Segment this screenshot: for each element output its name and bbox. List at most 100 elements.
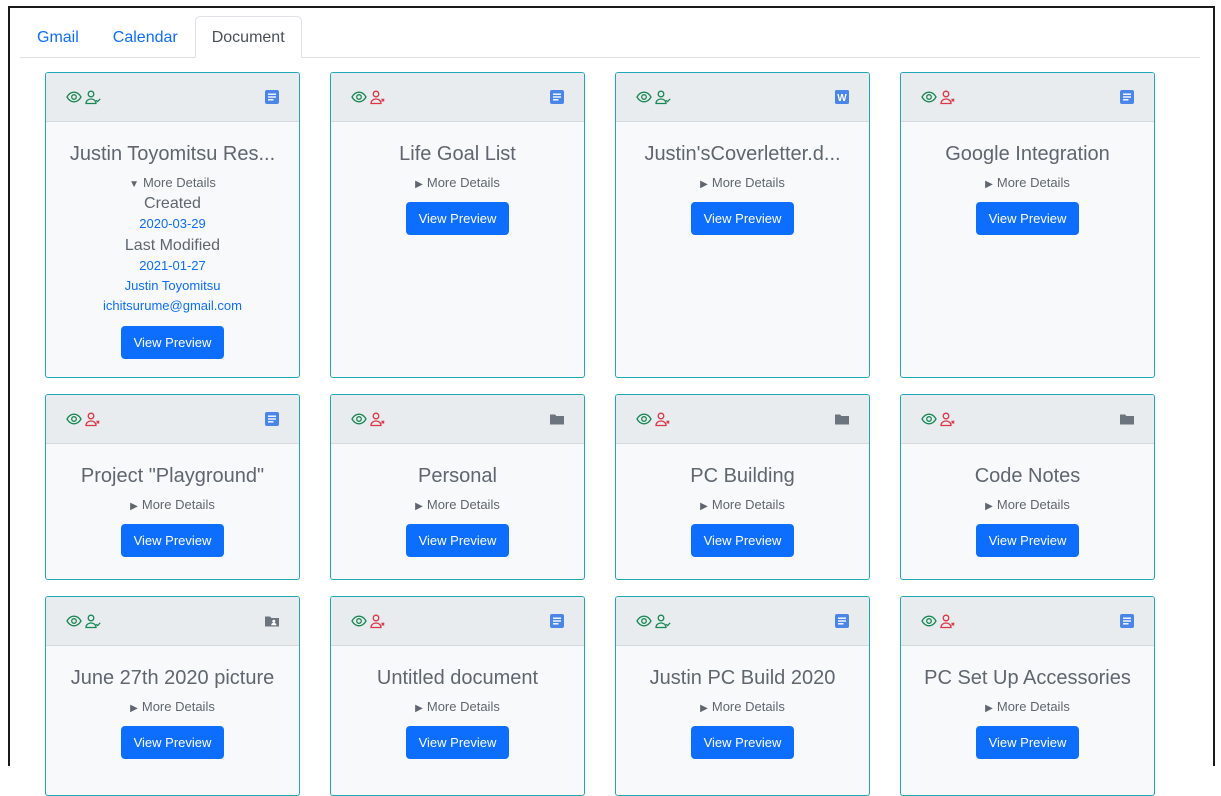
document-card: Google Integration ▶ More Details View Pr… — [900, 72, 1155, 378]
tab-calendar[interactable]: Calendar — [96, 16, 195, 58]
doc-icon — [549, 89, 565, 105]
more-details-label: More Details — [711, 175, 785, 190]
created-date: 2020-03-29 — [139, 216, 206, 231]
card-body: PC Building ▶ More Details View Preview — [616, 444, 869, 557]
owner-name: Justin Toyomitsu — [124, 278, 221, 293]
more-details-label: More Details — [426, 699, 500, 714]
card-body: Google Integration ▶ More Details View Pr… — [901, 122, 1154, 235]
eye-icon — [66, 89, 82, 105]
card-header — [331, 73, 584, 122]
triangle-right-icon: ▶ — [415, 179, 423, 190]
triangle-right-icon: ▶ — [985, 703, 993, 714]
view-preview-button[interactable]: View Preview — [405, 202, 510, 235]
details-panel: Created 2020-03-29 Last Modified 2021-01… — [58, 194, 287, 316]
document-card: Life Goal List ▶ More Details View Previe… — [330, 72, 585, 378]
card-title: June 27th 2020 picture — [70, 667, 275, 689]
card-body: Justin PC Build 2020 ▶ More Details View … — [616, 646, 869, 759]
card-header — [46, 73, 299, 122]
more-details-toggle[interactable]: ▶ More Details — [628, 698, 857, 716]
more-details-toggle[interactable]: ▶ More Details — [58, 496, 287, 514]
person-check-icon — [655, 613, 671, 629]
word-icon: W — [834, 89, 850, 105]
view-preview-button[interactable]: View Preview — [120, 524, 225, 557]
card-body: Code Notes ▶ More Details View Preview — [901, 444, 1154, 557]
more-details-label: More Details — [711, 497, 785, 512]
card-header — [616, 395, 869, 444]
modified-label: Last Modified — [124, 237, 221, 254]
more-details-toggle[interactable]: ▶ More Details — [913, 174, 1142, 192]
card-header — [331, 395, 584, 444]
card-body: Justin Toyomitsu Res... ▼ More Details Cr… — [46, 122, 299, 359]
view-preview-button[interactable]: View Preview — [975, 202, 1080, 235]
view-preview-button[interactable]: View Preview — [690, 726, 795, 759]
triangle-right-icon: ▶ — [700, 703, 708, 714]
card-title: Code Notes — [974, 465, 1081, 487]
eye-icon — [636, 89, 652, 105]
view-preview-button[interactable]: View Preview — [975, 524, 1080, 557]
view-preview-button[interactable]: View Preview — [120, 326, 225, 359]
card-title: Justin Toyomitsu Res... — [69, 143, 276, 165]
folder-icon — [834, 411, 850, 427]
modified-date: 2021-01-27 — [139, 258, 206, 273]
person-x-icon — [370, 411, 386, 427]
view-preview-button[interactable]: View Preview — [405, 726, 510, 759]
card-header — [901, 395, 1154, 444]
more-details-toggle[interactable]: ▶ More Details — [343, 174, 572, 192]
triangle-right-icon: ▶ — [415, 703, 423, 714]
card-body: Justin'sCoverletter.d... ▶ More Details V… — [616, 122, 869, 235]
shared-folder-icon — [264, 613, 280, 629]
triangle-right-icon: ▶ — [415, 501, 423, 512]
document-card: Untitled document ▶ More Details View Pre… — [330, 596, 585, 796]
owner-email: ichitsurume@gmail.com — [103, 298, 242, 313]
more-details-toggle[interactable]: ▶ More Details — [913, 698, 1142, 716]
more-details-toggle[interactable]: ▶ More Details — [343, 496, 572, 514]
tab-gmail[interactable]: Gmail — [20, 16, 96, 58]
more-details-label: More Details — [426, 175, 500, 190]
eye-icon — [636, 411, 652, 427]
eye-icon — [921, 613, 937, 629]
person-check-icon — [85, 613, 101, 629]
person-x-icon — [655, 411, 671, 427]
more-details-toggle[interactable]: ▶ More Details — [913, 496, 1142, 514]
card-title: Justin PC Build 2020 — [649, 667, 836, 689]
eye-icon — [921, 89, 937, 105]
person-x-icon — [370, 89, 386, 105]
more-details-toggle[interactable]: ▶ More Details — [628, 174, 857, 192]
document-card: Justin PC Build 2020 ▶ More Details View … — [615, 596, 870, 796]
doc-icon — [1119, 89, 1135, 105]
person-x-icon — [370, 613, 386, 629]
view-preview-button[interactable]: View Preview — [690, 202, 795, 235]
eye-icon — [351, 411, 367, 427]
document-card: Project "Playground" ▶ More Details View … — [45, 394, 300, 580]
card-body: Personal ▶ More Details View Preview — [331, 444, 584, 557]
card-title: Justin'sCoverletter.d... — [644, 143, 841, 165]
eye-icon — [636, 613, 652, 629]
more-details-toggle[interactable]: ▶ More Details — [58, 698, 287, 716]
card-title: Project "Playground" — [80, 465, 265, 487]
document-card: W Justin'sCoverletter.d... ▶ More Details… — [615, 72, 870, 378]
more-details-toggle[interactable]: ▼ More Details — [58, 174, 287, 192]
card-body: Project "Playground" ▶ More Details View … — [46, 444, 299, 557]
more-details-toggle[interactable]: ▶ More Details — [343, 698, 572, 716]
doc-icon — [549, 613, 565, 629]
card-title: Google Integration — [945, 143, 1110, 165]
more-details-toggle[interactable]: ▶ More Details — [628, 496, 857, 514]
folder-icon — [549, 411, 565, 427]
person-x-icon — [940, 89, 956, 105]
card-body: June 27th 2020 picture ▶ More Details Vie… — [46, 646, 299, 759]
triangle-right-icon: ▶ — [985, 179, 993, 190]
eye-icon — [351, 613, 367, 629]
card-header: W — [616, 73, 869, 122]
person-check-icon — [85, 89, 101, 105]
view-preview-button[interactable]: View Preview — [405, 524, 510, 557]
card-title: PC Set Up Accessories — [924, 667, 1131, 689]
tab-bar: Gmail Calendar Document — [20, 15, 1200, 58]
view-preview-button[interactable]: View Preview — [975, 726, 1080, 759]
view-preview-button[interactable]: View Preview — [120, 726, 225, 759]
card-title: Life Goal List — [399, 143, 516, 165]
tab-document[interactable]: Document — [194, 16, 302, 58]
view-preview-button[interactable]: View Preview — [690, 524, 795, 557]
card-header — [331, 597, 584, 646]
document-card: Personal ▶ More Details View Preview — [330, 394, 585, 580]
more-details-label: More Details — [996, 175, 1070, 190]
